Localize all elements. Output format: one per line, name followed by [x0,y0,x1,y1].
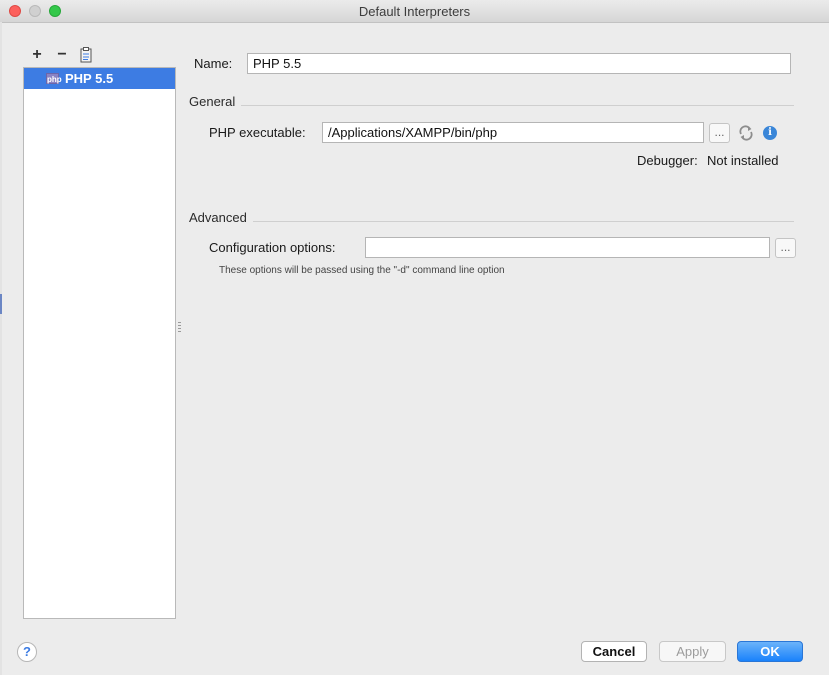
name-field[interactable]: PHP 5.5 [247,53,791,74]
configuration-hint: These options will be passed using the "… [219,265,505,276]
left-edge [0,22,2,675]
general-divider [241,105,794,106]
remove-interpreter-button[interactable]: − [53,46,71,64]
copy-icon [80,47,92,63]
left-edge-marker [0,294,2,314]
configuration-options-field[interactable] [365,237,770,258]
list-item-label: PHP 5.5 [65,71,114,86]
expand-options-button[interactable]: ... [775,238,796,258]
name-label: Name: [194,56,233,71]
reload-icon[interactable] [738,125,754,141]
window-title: Default Interpreters [358,4,471,19]
add-interpreter-button[interactable]: + [28,46,46,64]
ok-button[interactable]: OK [737,641,803,662]
help-button[interactable]: ? [17,642,37,662]
php-icon: php [46,73,62,84]
browse-executable-button[interactable]: ... [709,123,730,143]
copy-interpreter-button[interactable] [78,46,96,64]
info-icon[interactable]: i [763,126,777,140]
apply-button[interactable]: Apply [659,641,726,662]
splitter-handle[interactable] [178,322,181,334]
php-executable-field[interactable]: /Applications/XAMPP/bin/php [322,122,704,143]
debugger-label: Debugger: [637,153,698,168]
configuration-options-label: Configuration options: [209,240,336,255]
php-executable-label: PHP executable: [209,125,306,140]
cancel-button[interactable]: Cancel [581,641,647,662]
list-item[interactable]: php PHP 5.5 [24,68,175,89]
advanced-section-title: Advanced [189,210,247,225]
general-section-title: General [189,94,236,109]
advanced-divider [253,221,794,222]
title-bar: Default Interpreters [0,0,829,23]
interpreter-list[interactable]: php PHP 5.5 [23,67,176,619]
debugger-value: Not installed [707,153,779,168]
